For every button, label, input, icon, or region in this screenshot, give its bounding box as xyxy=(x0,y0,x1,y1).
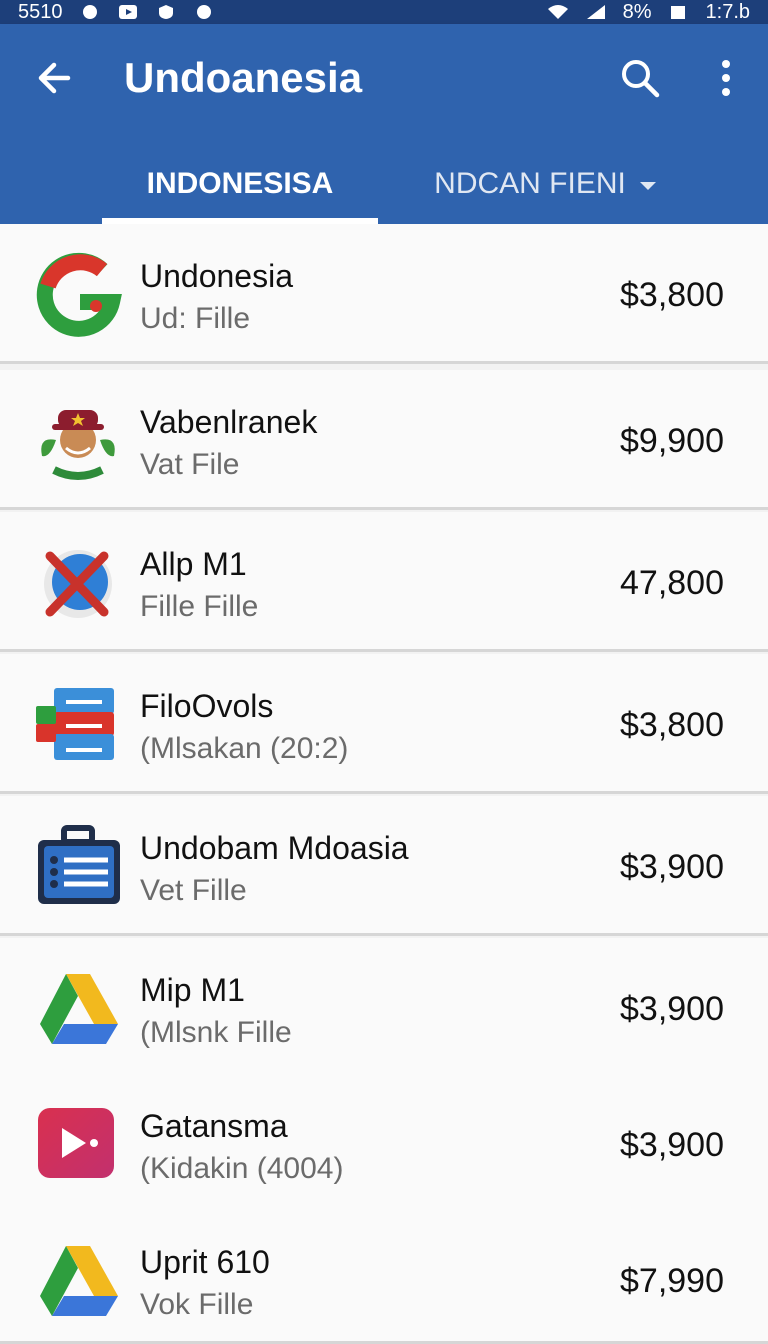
more-options-button[interactable] xyxy=(704,50,748,106)
item-title: Gatansma xyxy=(140,1108,288,1144)
item-price: $3,800 xyxy=(620,276,724,314)
item-subtitle: Fille Fille xyxy=(140,590,259,623)
tab-ndcan-fieni[interactable]: NDCAN FIENI xyxy=(410,144,680,224)
list-item[interactable]: FiloOvols (Mlsakan (20:2) $3,800 xyxy=(0,654,768,794)
wifi-icon xyxy=(547,5,568,19)
item-price: $3,800 xyxy=(620,706,724,744)
list-item[interactable]: Vabenlranek Vat File $9,900 xyxy=(0,370,768,510)
item-title: Allp M1 xyxy=(140,546,247,582)
app-bar: Undoanesia INDONESISA NDCAN FIENI xyxy=(0,24,768,224)
list-item[interactable]: Gatansma (Kidakin (4004) $3,900 xyxy=(0,1074,768,1214)
item-subtitle: Ud: Fille xyxy=(140,302,251,335)
list-item[interactable]: Mip M1 (Mlsnk Fille $3,900 xyxy=(0,938,768,1078)
status-time: 5510 xyxy=(18,0,63,23)
search-icon xyxy=(622,60,660,98)
drive-triangle-icon xyxy=(40,1246,118,1316)
shield-icon xyxy=(158,5,173,19)
briefcase-list-icon xyxy=(38,825,120,904)
list-item[interactable]: Allp M1 Fille Fille 47,800 xyxy=(0,512,768,652)
item-price: $3,900 xyxy=(620,990,724,1028)
list-item[interactable]: Undobam Mdoasia Vet Fille $3,900 xyxy=(0,796,768,936)
item-title: Vabenlranek xyxy=(140,404,318,440)
item-subtitle: Vat File xyxy=(140,448,240,481)
search-button[interactable] xyxy=(612,50,668,106)
signal-icon xyxy=(586,5,605,19)
battery-percent: 8% xyxy=(622,0,652,23)
list-item[interactable]: Undonesia Ud: Fille $3,800 xyxy=(0,224,768,364)
status-clock: 1:7.b xyxy=(705,0,750,23)
chevron-down-icon xyxy=(639,182,656,190)
document-stack-icon xyxy=(36,688,114,760)
item-price: $3,900 xyxy=(620,1126,724,1164)
tab-label: INDONESISA xyxy=(146,167,334,200)
battery-icon xyxy=(670,6,685,19)
tab-indonesisa[interactable]: INDONESISA xyxy=(102,144,378,224)
item-price: 47,800 xyxy=(620,564,724,602)
play-button-icon xyxy=(38,1108,114,1178)
item-title: Mip M1 xyxy=(140,972,245,1008)
item-subtitle: Vok Fille xyxy=(140,1288,254,1321)
arrow-back-icon xyxy=(38,62,71,94)
item-price: $9,900 xyxy=(620,422,724,460)
item-title: Undonesia xyxy=(140,258,293,294)
item-subtitle: (Mlsakan (20:2) xyxy=(140,732,349,765)
skype-icon xyxy=(196,5,211,19)
item-price: $7,990 xyxy=(620,1262,724,1300)
item-title: Undobam Mdoasia xyxy=(140,830,409,866)
status-bar: 5510 8% 1:7.b xyxy=(0,0,768,24)
notification-icon xyxy=(82,5,97,19)
more-vert-icon xyxy=(722,60,730,96)
youtube-icon xyxy=(118,5,137,19)
blue-circle-x-icon xyxy=(44,550,112,618)
character-avatar-icon xyxy=(41,410,115,480)
item-subtitle: (Kidakin (4004) xyxy=(140,1152,344,1185)
red-green-g-icon xyxy=(36,252,122,337)
item-price: $3,900 xyxy=(620,848,724,886)
back-button[interactable] xyxy=(24,50,84,106)
list-item[interactable]: Uprit 610 Vok Fille $7,990 xyxy=(0,1210,768,1344)
page-title: Undoanesia xyxy=(124,54,363,101)
drive-triangle-icon xyxy=(40,974,118,1044)
item-subtitle: (Mlsnk Fille xyxy=(140,1016,292,1049)
tab-label: NDCAN FIENI xyxy=(434,167,626,200)
item-title: FiloOvols xyxy=(140,688,274,724)
item-title: Uprit 610 xyxy=(140,1244,270,1280)
item-subtitle: Vet Fille xyxy=(140,874,247,907)
